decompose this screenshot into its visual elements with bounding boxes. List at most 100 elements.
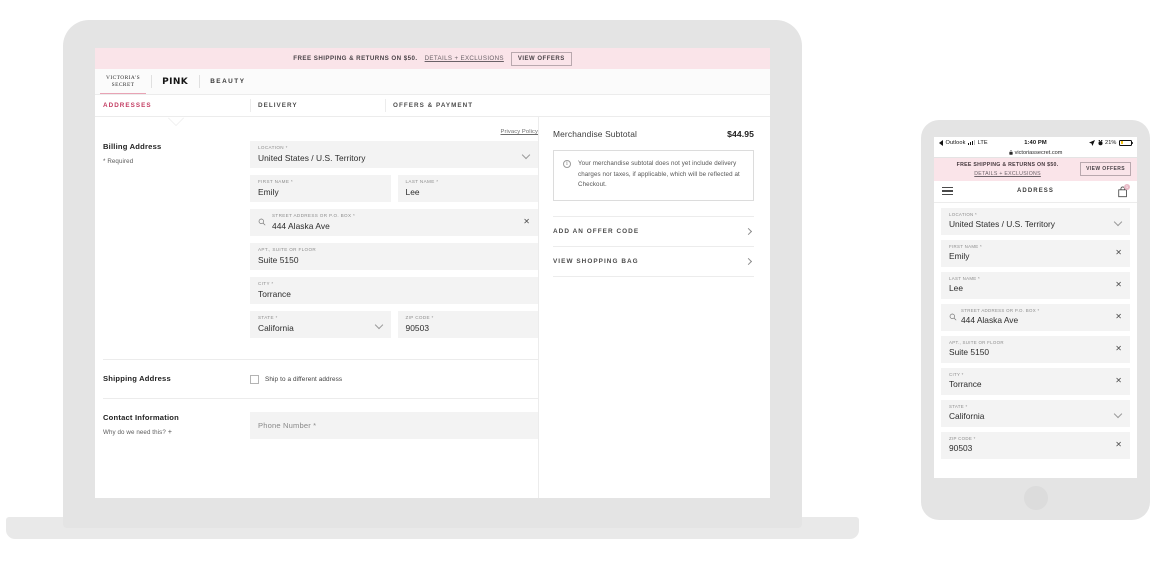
phone-apt-suite-field[interactable]: APT., SUITE OR FLOOR Suite 5150 ✕ xyxy=(941,335,1130,363)
add-offer-code-row[interactable]: ADD AN OFFER CODE xyxy=(553,217,754,247)
vs-logo-line1: VICTORIA'S xyxy=(106,74,141,81)
phone-zip-code-label: ZIP CODE * xyxy=(949,435,976,441)
promo-details-link[interactable]: DETAILS + EXCLUSIONS xyxy=(425,55,504,62)
last-name-field-value: Lee xyxy=(405,186,420,197)
signal-strength-icon xyxy=(967,140,976,145)
phone-first-name-field[interactable]: FIRST NAME * Emily ✕ xyxy=(941,239,1130,267)
apt-suite-field-value: Suite 5150 xyxy=(258,254,299,265)
phone-number-placeholder: Phone Number * xyxy=(258,421,317,430)
zip-code-field-label: ZIP CODE * xyxy=(405,315,434,320)
contact-information-fields: Phone Number * xyxy=(250,412,538,446)
billing-address-labels: Billing Address * Required xyxy=(103,141,250,345)
location-field[interactable]: LOCATION * United States / U.S. Territor… xyxy=(250,141,538,168)
clear-icon[interactable]: ✕ xyxy=(1115,280,1122,289)
why-do-we-need-this[interactable]: Why do we need this? + xyxy=(103,429,250,436)
shipping-address-section: Shipping Address Ship to a different add… xyxy=(103,373,538,398)
apt-suite-field[interactable]: APT., SUITE OR FLOOR Suite 5150 xyxy=(250,243,538,270)
step-pointer-triangle xyxy=(168,117,184,125)
screenshot-stage: FREE SHIPPING & RETURNS ON $50. DETAILS … xyxy=(0,0,1150,578)
subtotal-info-text: Your merchandise subtotal does not yet i… xyxy=(578,160,740,189)
brand-tab-victorias-secret[interactable]: VICTORIA'S SECRET xyxy=(95,69,151,94)
field-row-city: CITY * Torrance xyxy=(250,277,538,304)
billing-address-title: Billing Address xyxy=(103,142,162,151)
shipping-address-title: Shipping Address xyxy=(103,374,171,383)
hamburger-menu-icon[interactable] xyxy=(942,185,953,198)
status-back-app: Outlook xyxy=(945,139,966,146)
billing-address-section: Billing Address * Required Privacy Polic… xyxy=(103,129,538,359)
phone-state-field[interactable]: STATE * California xyxy=(941,399,1130,427)
status-right: 21% xyxy=(1089,139,1133,146)
phone-location-label: LOCATION * xyxy=(949,211,978,217)
why-do-we-need-this-label: Why do we need this? xyxy=(103,429,166,436)
back-arrow-icon xyxy=(939,139,943,146)
phone-zip-code-field[interactable]: ZIP CODE * 90503 ✕ xyxy=(941,431,1130,459)
shopping-bag-badge: 1 xyxy=(1124,183,1130,190)
clear-icon[interactable]: ✕ xyxy=(1115,344,1122,353)
phone-url-bar[interactable]: victoriassecret.com xyxy=(934,148,1137,158)
phone-home-button[interactable] xyxy=(1023,486,1048,510)
zip-code-field[interactable]: ZIP CODE * 90503 xyxy=(397,311,538,338)
phone-state-label: STATE * xyxy=(949,403,968,409)
phone-city-field[interactable]: CITY * Torrance ✕ xyxy=(941,367,1130,395)
phone-promo-details-link[interactable]: DETAILS + EXCLUSIONS xyxy=(940,171,1075,177)
ship-different-address-checkbox[interactable] xyxy=(250,375,259,384)
phone-status-bar: Outlook LTE 1:40 PM 21% xyxy=(934,137,1137,148)
status-left[interactable]: Outlook LTE xyxy=(939,139,988,146)
location-field-value: United States / U.S. Territory xyxy=(258,152,366,163)
zip-code-field-value: 90503 xyxy=(405,322,430,333)
step-delivery[interactable]: DELIVERY xyxy=(258,102,298,109)
phone-header: ADDRESS 1 xyxy=(934,180,1137,203)
order-summary-sidebar: Merchandise Subtotal $44.95 i Your merch… xyxy=(538,117,770,498)
phone-location-field[interactable]: LOCATION * United States / U.S. Territor… xyxy=(941,207,1130,235)
promo-banner: FREE SHIPPING & RETURNS ON $50. DETAILS … xyxy=(95,48,770,69)
phone-last-name-field[interactable]: LAST NAME * Lee ✕ xyxy=(941,271,1130,299)
contact-information-title: Contact Information xyxy=(103,413,179,422)
phone-first-name-value: Emily xyxy=(949,250,970,261)
clear-icon[interactable]: ✕ xyxy=(1115,312,1122,321)
step-divider-2 xyxy=(385,99,386,112)
section-divider-2 xyxy=(103,398,538,399)
phone-number-field[interactable]: Phone Number * xyxy=(250,412,538,439)
alarm-icon xyxy=(1097,139,1103,145)
plus-icon[interactable]: + xyxy=(168,429,172,436)
last-name-field[interactable]: LAST NAME * Lee xyxy=(397,175,538,202)
info-icon: i xyxy=(563,160,571,168)
victorias-secret-logo: VICTORIA'S SECRET xyxy=(106,75,140,89)
field-row-phone: Phone Number * xyxy=(250,412,538,439)
clear-icon[interactable]: ✕ xyxy=(1115,440,1122,449)
clear-icon[interactable]: ✕ xyxy=(1115,376,1122,385)
checkout-step-nav: ADDRESSES DELIVERY OFFERS & PAYMENT xyxy=(95,95,770,125)
field-row-location: LOCATION * United States / U.S. Territor… xyxy=(250,141,538,168)
phone-promo-banner: FREE SHIPPING & RETURNS ON $50. DETAILS … xyxy=(934,158,1137,181)
checkout-body: Billing Address * Required Privacy Polic… xyxy=(95,117,770,498)
view-offers-button[interactable]: VIEW OFFERS xyxy=(510,51,572,66)
status-battery-percent: 21% xyxy=(1105,139,1117,146)
merchandise-subtotal-row: Merchandise Subtotal $44.95 xyxy=(553,127,754,150)
first-name-field[interactable]: FIRST NAME * Emily xyxy=(250,175,391,202)
view-shopping-bag-row[interactable]: VIEW SHOPPING BAG xyxy=(553,247,754,277)
phone-promo-text: FREE SHIPPING & RETURNS ON $50. xyxy=(956,162,1059,168)
phone-location-value: United States / U.S. Territory xyxy=(949,218,1055,229)
street-address-field-value: 444 Alaska Ave xyxy=(272,220,330,231)
state-field[interactable]: STATE * California xyxy=(250,311,391,338)
brand-tab-pink[interactable]: PINK xyxy=(151,69,199,94)
privacy-policy-link[interactable]: Privacy Policy xyxy=(501,129,538,135)
add-offer-code-label: ADD AN OFFER CODE xyxy=(553,227,640,235)
first-name-field-value: Emily xyxy=(258,186,279,197)
chevron-right-icon xyxy=(744,257,753,266)
city-field[interactable]: CITY * Torrance xyxy=(250,277,538,304)
step-offers-payment[interactable]: OFFERS & PAYMENT xyxy=(393,102,473,109)
clear-icon[interactable]: ✕ xyxy=(1115,248,1122,257)
location-arrow-icon xyxy=(1089,139,1095,146)
phone-view-offers-button[interactable]: VIEW OFFERS xyxy=(1080,162,1131,177)
clear-icon[interactable]: ✕ xyxy=(523,218,530,226)
phone-last-name-label: LAST NAME * xyxy=(949,275,981,281)
phone-first-name-label: FIRST NAME * xyxy=(949,243,983,249)
brand-tab-beauty[interactable]: BEAUTY xyxy=(199,69,256,94)
shopping-bag-icon[interactable]: 1 xyxy=(1117,183,1130,198)
ship-different-address-row[interactable]: Ship to a different address xyxy=(250,373,538,384)
shipping-address-labels: Shipping Address xyxy=(103,373,250,384)
phone-street-address-field[interactable]: STREET ADDRESS OR P.O. BOX * 444 Alaska … xyxy=(941,303,1130,331)
street-address-field[interactable]: STREET ADDRESS OR P.O. BOX * 444 Alaska … xyxy=(250,209,538,236)
step-addresses[interactable]: ADDRESSES xyxy=(103,102,152,109)
